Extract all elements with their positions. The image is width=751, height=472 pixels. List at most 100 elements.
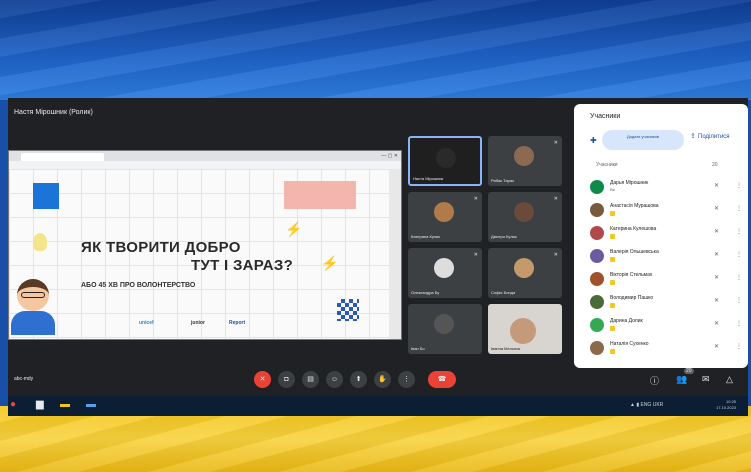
participant-name: Наталія Сухенко xyxy=(610,341,649,347)
folder-icon[interactable]: ▬ xyxy=(60,399,70,410)
meeting-controls: abc-mdy ✕ ◘ ▤ ☺ ⬆ ✋ ⋮ ☎ ⓘ 👥 20 ✉ △ xyxy=(8,368,748,392)
browser-toolbar xyxy=(9,161,401,169)
share-button[interactable]: Поділитися xyxy=(698,134,730,140)
presentation-slide: ⚡ ⚡ ЯК ТВОРИТИ ДОБРО ТУТ І ЗАРАЗ? АБО 45… xyxy=(9,169,389,339)
avatar xyxy=(590,203,604,217)
clock[interactable]: 10:25 17.10.2023 xyxy=(716,399,736,411)
tile-name: Олександра Бу xyxy=(411,290,440,295)
mic-off-icon: ✕ xyxy=(714,229,720,235)
camera-button[interactable]: ◘ xyxy=(278,371,295,388)
window-controls[interactable]: — ▢ ✕ xyxy=(381,153,398,159)
tile-name: Дмитро Кулик xyxy=(491,234,517,239)
badge-icon xyxy=(610,326,615,331)
info-icon[interactable]: ⓘ xyxy=(650,374,659,387)
taskbar: ● ▆ ▬ ▬ ▲ ▮ ENG UKR 10:25 17.10.2023 xyxy=(8,396,748,416)
mic-off-button[interactable]: ✕ xyxy=(254,371,271,388)
slide-subtitle: АБО 45 ХВ ПРО ВОЛОНТЕРСТВО xyxy=(81,282,196,289)
mic-off-icon: ✕ xyxy=(714,344,720,350)
more-options-button[interactable]: ⋮ xyxy=(398,371,415,388)
video-tile[interactable]: ✕ Дмитро Кулик xyxy=(488,192,562,242)
avatar xyxy=(590,180,604,194)
clock-date: 17.10.2023 xyxy=(716,405,737,410)
chat-icon[interactable]: ✉ xyxy=(702,374,710,385)
participant-row[interactable]: Анастасія Мурашова ✕ ⋮ xyxy=(586,201,746,219)
mic-off-icon: ✕ xyxy=(473,252,478,258)
mic-off-icon: ✕ xyxy=(714,321,720,327)
participants-count: 20 xyxy=(712,162,718,168)
avatar xyxy=(590,295,604,309)
participant-row[interactable]: Валерія Ольшевська ✕ ⋮ xyxy=(586,247,746,265)
share-icon: ⇪ xyxy=(690,133,696,140)
present-button[interactable]: ⬆ xyxy=(350,371,367,388)
badge-icon xyxy=(610,257,615,262)
slide-title-line1: ЯК ТВОРИТИ ДОБРО xyxy=(81,239,241,256)
video-tile[interactable]: ✕ Олександра Бу xyxy=(408,248,482,298)
more-icon[interactable]: ⋮ xyxy=(736,205,742,212)
video-tile[interactable]: Іван Бо xyxy=(408,304,482,354)
cartoon-avatar xyxy=(11,279,55,335)
more-icon[interactable]: ⋮ xyxy=(736,274,742,281)
browser-tab[interactable] xyxy=(21,153,104,161)
lightbulb-icon xyxy=(33,233,47,251)
badge-icon xyxy=(610,349,615,354)
participant-name: Володимир Пашко xyxy=(610,295,654,301)
badge-icon xyxy=(610,303,615,308)
raise-hand-button[interactable]: ✋ xyxy=(374,371,391,388)
participant-name: Вікторія Стельмах xyxy=(610,272,653,278)
browser-tabbar: — ▢ ✕ xyxy=(9,151,401,161)
people-icon[interactable]: 👥 xyxy=(676,374,687,385)
tile-name: Настя Мірошник xyxy=(413,176,444,181)
system-tray[interactable]: ▲ ▮ ENG UKR xyxy=(630,402,663,408)
video-tile[interactable]: ✕ Рибак Тарас xyxy=(488,136,562,186)
badge-icon xyxy=(610,234,615,239)
blue-decoration xyxy=(33,183,59,209)
video-tile[interactable]: ✕ Софія Бонда xyxy=(488,248,562,298)
shared-screen[interactable]: — ▢ ✕ ⚡ ⚡ ЯК ТВОРИТИ ДОБРО ТУТ І ЗАРАЗ? … xyxy=(8,150,402,340)
monitor-screen: Настя Мірошник (Ролик) — ▢ ✕ ⚡ ⚡ ЯК ТВОР… xyxy=(8,98,748,416)
participant-row[interactable]: Катерина Кулешова ✕ ⋮ xyxy=(586,224,746,242)
slide-title-line2: ТУТ І ЗАРАЗ? xyxy=(191,257,294,274)
tile-name: Іван Бо xyxy=(411,346,425,351)
mic-off-icon: ✕ xyxy=(553,140,558,146)
activities-icon[interactable]: △ xyxy=(726,374,733,385)
video-tile[interactable]: ✕ Катерина Кулик xyxy=(408,192,482,242)
video-tile[interactable]: Іванна Мельник xyxy=(488,304,562,354)
captions-button[interactable]: ▤ xyxy=(302,371,319,388)
partner-logos: unicef junior Report xyxy=(101,320,311,330)
start-icon[interactable]: ● xyxy=(10,399,16,410)
panel-title: Учасники xyxy=(590,113,621,120)
participant-row[interactable]: Дарья Мірошник Ви ✕ ⋮ xyxy=(586,178,746,196)
more-icon[interactable]: ⋮ xyxy=(736,182,742,189)
avatar xyxy=(590,226,604,240)
flag-blue-stripe xyxy=(0,0,751,100)
more-icon[interactable]: ⋮ xyxy=(736,343,742,350)
printer-icon[interactable]: ▆ xyxy=(36,399,44,410)
more-icon[interactable]: ⋮ xyxy=(736,228,742,235)
more-icon[interactable]: ⋮ xyxy=(736,297,742,304)
add-participants-button[interactable]: Додати учасників xyxy=(602,130,684,150)
participant-row[interactable]: Наталія Сухенко ✕ ⋮ xyxy=(586,339,746,357)
meeting-code: abc-mdy xyxy=(14,376,34,382)
mic-off-icon: ✕ xyxy=(553,196,558,202)
reactions-button[interactable]: ☺ xyxy=(326,371,343,388)
lightning-icon: ⚡ xyxy=(321,255,339,271)
participant-name: Анастасія Мурашова xyxy=(610,203,659,209)
tile-name: Катерина Кулик xyxy=(411,234,441,239)
video-tile[interactable]: Настя Мірошник xyxy=(408,136,482,186)
badge-icon xyxy=(610,211,615,216)
browser-icon[interactable]: ▬ xyxy=(86,399,96,410)
participant-row[interactable]: Вікторія Стельмах ✕ ⋮ xyxy=(586,270,746,288)
more-icon[interactable]: ⋮ xyxy=(736,320,742,327)
badge-icon xyxy=(610,280,615,285)
more-icon[interactable]: ⋮ xyxy=(736,251,742,258)
participant-name: Дарина Долик xyxy=(610,318,643,324)
scrollbar[interactable] xyxy=(389,169,401,339)
participant-row[interactable]: Володимир Пашко ✕ ⋮ xyxy=(586,293,746,311)
logo-junior: junior xyxy=(191,320,205,326)
participants-badge: 20 xyxy=(684,368,694,374)
avatar xyxy=(590,249,604,263)
pink-decoration xyxy=(284,181,356,209)
end-call-button[interactable]: ☎ xyxy=(428,371,456,388)
logo-unicef: unicef xyxy=(139,320,154,326)
participant-row[interactable]: Дарина Долик ✕ ⋮ xyxy=(586,316,746,334)
